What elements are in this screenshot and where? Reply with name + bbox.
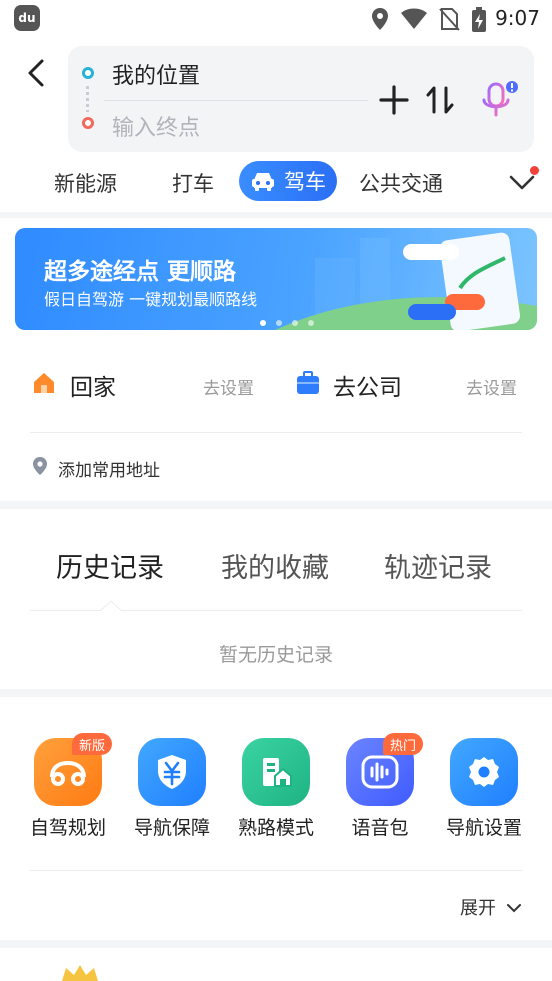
gear-icon [469, 757, 499, 787]
company-label[interactable]: 去公司 [333, 368, 402, 402]
section-divider [0, 501, 552, 509]
destination-input[interactable]: 输入终点 [112, 110, 200, 142]
banner-page-dot [276, 320, 282, 326]
active-tab-indicator [100, 600, 122, 612]
chevron-down-icon [506, 904, 521, 913]
briefcase-icon [297, 371, 319, 394]
familiar-route-mode-label: 熟路模式 [237, 817, 314, 839]
hot-badge: 热门 [383, 733, 424, 755]
start-location-input[interactable]: 我的位置 [112, 58, 200, 90]
swap-route-icon[interactable] [424, 84, 456, 116]
navigation-guarantee-label: 导航保障 [133, 817, 210, 839]
navigation-settings-label: 导航设置 [445, 817, 522, 839]
location-pin-icon [33, 457, 47, 475]
empty-history-hint: 暂无历史记录 [218, 644, 333, 666]
tab-driving-label: 驾车 [284, 170, 326, 194]
home-icon [34, 373, 54, 393]
section-divider [0, 689, 552, 697]
navigation-guarantee-button[interactable] [138, 738, 206, 806]
banner-subtitle: 假日自驾游 一键规划最顺路线 [44, 290, 258, 309]
expand-button[interactable]: 展开 [460, 894, 522, 920]
home-set-button[interactable]: 去设置 [203, 374, 254, 399]
tab-track-records[interactable]: 轨迹记录 [384, 546, 492, 585]
tab-history[interactable]: 历史记录 [56, 546, 164, 585]
home-label[interactable]: 回家 [70, 368, 116, 402]
notification-dot [530, 166, 539, 175]
navigation-settings-button[interactable] [450, 738, 518, 806]
building-icon [263, 758, 292, 787]
tab-taxi[interactable]: 打车 [172, 168, 214, 198]
car-icon [252, 173, 274, 191]
banner-page-dot [292, 320, 298, 326]
car-route-icon [50, 760, 86, 786]
app-badge-icon: du [14, 5, 40, 31]
battery-charging-icon [472, 7, 486, 32]
voice-wave-icon [361, 755, 399, 789]
input-divider [104, 100, 368, 101]
company-set-button[interactable]: 去设置 [466, 374, 517, 399]
banner-title: 超多途经点 更顺路 [44, 259, 237, 285]
voice-pack-label: 语音包 [351, 817, 409, 839]
status-bar: du 9:07 [0, 0, 552, 38]
familiar-route-mode-button[interactable] [242, 738, 310, 806]
section-divider [0, 212, 552, 218]
section-divider [0, 940, 552, 948]
banner-page-dot [260, 320, 266, 326]
shield-yen-icon [158, 755, 186, 789]
add-waypoint-button[interactable] [378, 84, 410, 116]
wifi-icon [401, 8, 427, 29]
crown-icon [62, 965, 98, 981]
self-drive-plan-label: 自驾规划 [29, 817, 106, 839]
add-frequent-address[interactable]: 添加常用地址 [58, 456, 160, 481]
start-point-icon [82, 67, 94, 79]
tab-driving[interactable]: 驾车 [239, 161, 337, 201]
banner-page-dot [308, 320, 314, 326]
new-version-badge: 新版 [72, 733, 113, 755]
tab-public-transit[interactable]: 公共交通 [359, 168, 443, 198]
tab-favorites[interactable]: 我的收藏 [221, 546, 329, 585]
clock-time: 9:07 [495, 6, 540, 30]
divider-line [30, 870, 522, 871]
location-status-icon [372, 8, 388, 30]
no-sim-icon [439, 8, 460, 31]
end-point-icon [82, 117, 94, 129]
tab-new-energy[interactable]: 新能源 [54, 168, 117, 198]
expand-label: 展开 [460, 898, 496, 919]
voice-input-mic-icon[interactable] [478, 78, 520, 120]
route-dotted-line [86, 86, 89, 112]
divider-line [30, 432, 522, 433]
back-arrow-icon[interactable] [22, 56, 52, 90]
